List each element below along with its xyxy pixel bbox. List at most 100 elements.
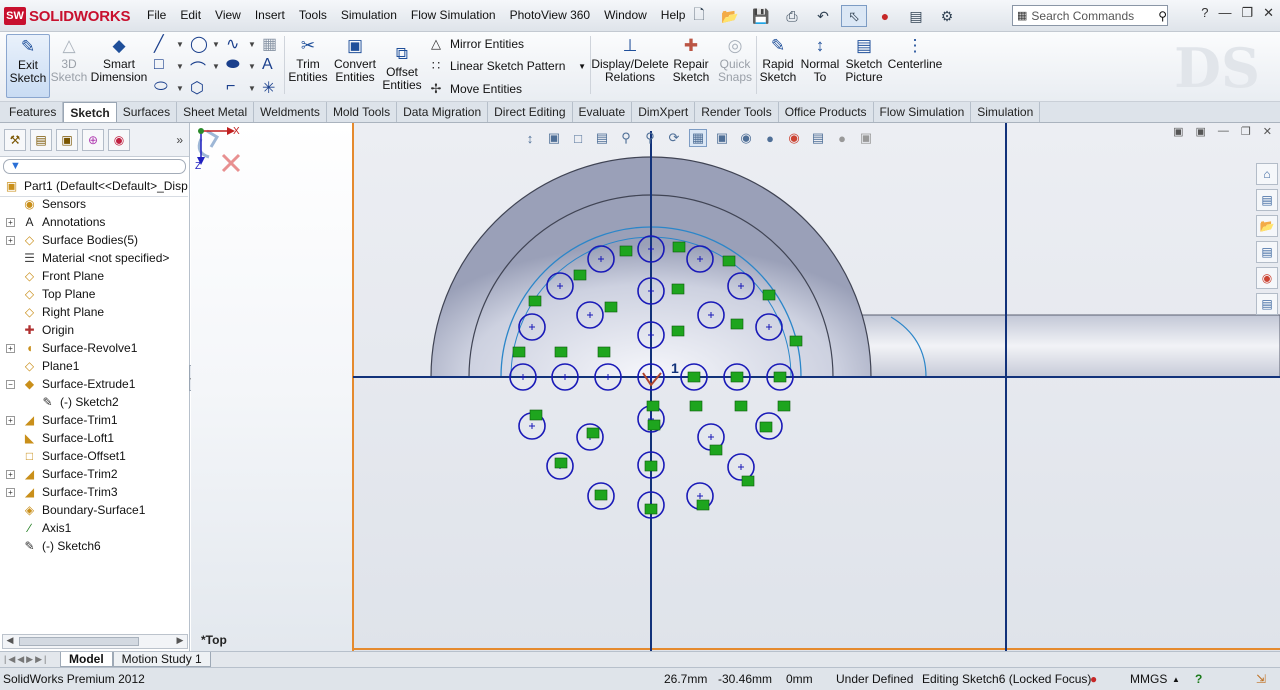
tab-motion-study-1[interactable]: Motion Study 1 (112, 652, 211, 667)
restore-icon[interactable]: ❐ (1241, 5, 1253, 21)
realview-icon[interactable]: ● (833, 129, 851, 147)
section-view-icon[interactable]: ▤ (593, 129, 611, 147)
tree-horizontal-scrollbar[interactable]: ◀ ▶ (2, 634, 188, 649)
relation-badge-icon[interactable] (646, 400, 660, 412)
tree-node[interactable]: ◇ Top Plane (0, 285, 188, 303)
chevron-down-icon[interactable]: ▼ (212, 40, 220, 49)
tree-node[interactable]: ◇ Plane1 (0, 357, 188, 375)
relation-badge-icon[interactable] (730, 371, 744, 383)
tree-node[interactable]: + ◢ Surface-Trim1 (0, 411, 188, 429)
relation-badge-icon[interactable] (594, 489, 608, 501)
display-style-icon[interactable]: ▣ (713, 129, 731, 147)
tree-node[interactable]: ◈ Boundary-Surface1 (0, 501, 188, 519)
dimxpert-manager-tab-icon[interactable]: ⊕ (82, 128, 104, 151)
tab-features[interactable]: Features (3, 102, 64, 122)
help-icon[interactable]: ? (1201, 5, 1208, 21)
polygon-tool-icon[interactable]: ⬡ (190, 78, 204, 98)
zoom-to-fit-icon[interactable]: ↕ (521, 129, 539, 147)
menu-tools[interactable]: Tools (292, 8, 334, 22)
expand-node-icon[interactable]: + (6, 235, 15, 245)
rapid-sketch-button[interactable]: ✎ Rapid Sketch (758, 34, 798, 98)
open-folder-icon[interactable]: 📂 (717, 5, 743, 27)
help-status-icon[interactable]: ? (1195, 672, 1202, 686)
slot-tool-icon[interactable]: ⬭ (154, 78, 168, 96)
menu-photoview[interactable]: PhotoView 360 (503, 8, 598, 22)
display-delete-relations-button[interactable]: ⊥ Display/Delete Relations (591, 34, 668, 98)
panel-expand-icon[interactable]: » (176, 133, 183, 147)
rebuild-indicator-icon[interactable]: ● (1090, 672, 1097, 686)
relation-badge-icon[interactable] (586, 427, 600, 439)
normal-to-button[interactable]: ↕ Normal To (800, 34, 840, 98)
repair-sketch-button[interactable]: ✚ Repair Sketch (670, 34, 712, 98)
expand-node-icon[interactable]: + (6, 343, 15, 353)
tree-node[interactable]: □ Surface-Offset1 (0, 447, 188, 465)
viewport-close-icon[interactable]: ✕ (1263, 125, 1272, 138)
tree-node[interactable]: ☰ Material <not specified> (0, 249, 188, 267)
relation-badge-icon[interactable] (644, 503, 658, 515)
relation-badge-icon[interactable] (730, 318, 744, 330)
relation-badge-icon[interactable] (687, 371, 701, 383)
grid-tool-icon[interactable]: ▦ (262, 34, 277, 54)
mirror-entities-button[interactable]: △ Mirror Entities (428, 34, 524, 54)
3d-sketch-button[interactable]: △ 3D Sketch (51, 34, 88, 98)
relation-badge-icon[interactable] (734, 400, 748, 412)
tab-flow-simulation[interactable]: Flow Simulation (874, 102, 972, 122)
sketch-canvas[interactable]: 1 (191, 123, 1280, 651)
chevron-down-icon[interactable]: ▼ (248, 84, 256, 93)
relation-badge-icon[interactable] (789, 335, 803, 347)
expand-node-icon[interactable]: + (6, 487, 15, 497)
appearances-scenes-icon[interactable]: ◉ (1256, 267, 1278, 289)
text-tool-icon[interactable]: A (262, 56, 273, 74)
solidworks-logo[interactable]: SW SOLIDWORKS (4, 6, 131, 26)
design-library-icon[interactable]: ▤ (1256, 189, 1278, 211)
menu-simulation[interactable]: Simulation (334, 8, 404, 22)
tab-model[interactable]: Model (60, 652, 113, 667)
tree-node[interactable]: ✎ (-) Sketch2 (0, 393, 188, 411)
view-orientation-icon[interactable]: ▦ (689, 129, 707, 147)
line-tool-icon[interactable]: ╱ (154, 34, 164, 54)
tree-node[interactable]: ◇ Front Plane (0, 267, 188, 285)
menu-window[interactable]: Window (597, 8, 654, 22)
exit-sketch-button[interactable]: ✎ Exit Sketch (6, 34, 50, 98)
relation-badge-icon[interactable] (689, 400, 703, 412)
edit-appearance-icon[interactable]: ● (761, 129, 779, 147)
tab-evaluate[interactable]: Evaluate (573, 102, 633, 122)
file-explorer-icon[interactable]: 📂 (1256, 215, 1278, 237)
save-icon[interactable]: 💾 (748, 5, 774, 27)
feature-manager-tab-icon[interactable]: ⚒ (4, 128, 26, 151)
circle-tool-icon[interactable]: ◯ (190, 34, 208, 54)
trim-entities-button[interactable]: ✂ Trim Entities (287, 34, 329, 98)
chevron-down-icon[interactable]: ▼ (248, 62, 256, 71)
menu-flow-simulation[interactable]: Flow Simulation (404, 8, 503, 22)
expand-node-icon[interactable]: + (6, 415, 15, 425)
minimize-icon[interactable]: — (1218, 5, 1231, 21)
smart-dimension-button[interactable]: ◆ Smart Dimension (91, 34, 148, 98)
fillet-tool-icon[interactable]: ⌐ (226, 78, 235, 96)
chevron-down-icon[interactable]: ▼ (176, 40, 184, 49)
tree-node[interactable]: ◇ Right Plane (0, 303, 188, 321)
relation-badge-icon[interactable] (512, 346, 526, 358)
relation-badge-icon[interactable] (696, 499, 710, 511)
tab-weldments[interactable]: Weldments (254, 102, 327, 122)
collapse-node-icon[interactable]: − (6, 379, 15, 389)
tree-filter-input[interactable]: ▼ (3, 159, 186, 174)
select-pointer-icon[interactable]: ⬁ (841, 5, 867, 27)
chevron-down-icon[interactable]: ▼ (578, 62, 586, 71)
tree-node[interactable]: − ◆ Surface-Extrude1 (0, 375, 188, 393)
solidworks-resources-icon[interactable]: ⌂ (1256, 163, 1278, 185)
options-icon[interactable]: ⚙ (934, 5, 960, 27)
relation-badge-icon[interactable] (597, 346, 611, 358)
relation-badge-icon[interactable] (762, 289, 776, 301)
relation-badge-icon[interactable] (619, 245, 633, 257)
relation-badge-icon[interactable] (529, 409, 543, 421)
relation-badge-icon[interactable] (554, 457, 568, 469)
arc-tool-icon[interactable]: ⌒ (190, 56, 206, 80)
offset-entities-button[interactable]: ⧉ Offset Entities (382, 42, 422, 106)
relation-badge-icon[interactable] (773, 371, 787, 383)
tab-direct-editing[interactable]: Direct Editing (488, 102, 573, 122)
move-entities-button[interactable]: ✢ Move Entities (428, 79, 522, 99)
zoom-area-icon[interactable]: ⚲ (641, 129, 659, 147)
chevron-down-icon[interactable]: ▼ (176, 84, 184, 93)
spline-tool-icon[interactable]: ∿ (226, 34, 239, 54)
tab-sheet-metal[interactable]: Sheet Metal (177, 102, 255, 122)
